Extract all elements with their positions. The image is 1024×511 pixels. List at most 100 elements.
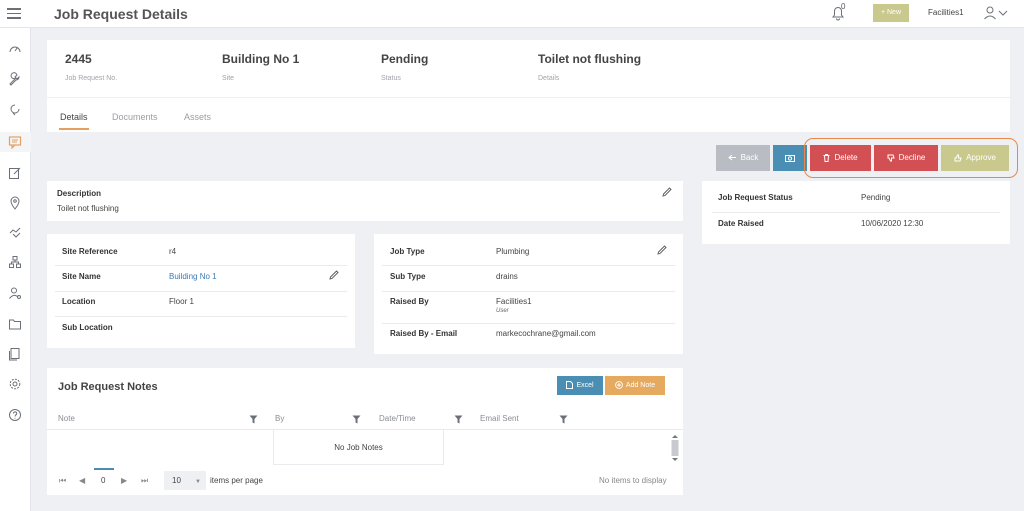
status-row: Job Request Status Pending <box>702 186 1010 211</box>
job-request-number-label: Job Request No. <box>65 75 118 82</box>
wrench-icon[interactable] <box>8 72 22 86</box>
notes-pager: ⏮ ◀ 0 ▶ ⏭ 10 ▼ items per page No items t… <box>47 468 683 495</box>
tab-assets[interactable]: Assets <box>184 112 211 122</box>
filter-icon[interactable] <box>454 415 463 424</box>
row-divider <box>382 323 675 324</box>
row-divider <box>55 265 347 266</box>
site-info-card: Site Reference r4 Site Name Building No … <box>47 234 355 348</box>
location-value: Floor 1 <box>169 297 194 306</box>
sub-type-label: Sub Type <box>390 272 426 281</box>
status-panel: Job Request Status Pending Date Raised 1… <box>702 181 1010 244</box>
user-search-icon[interactable] <box>8 286 22 300</box>
previous-page-icon[interactable]: ◀ <box>79 476 85 485</box>
status-value: Pending <box>381 52 429 66</box>
edit-job-pencil-icon[interactable] <box>657 245 667 255</box>
handshake-icon[interactable] <box>8 225 22 239</box>
camera-button[interactable] <box>773 145 807 171</box>
add-note-button-label: Add Note <box>625 382 656 389</box>
empty-notes-message: No Job Notes <box>273 430 444 465</box>
filter-icon[interactable] <box>249 415 258 424</box>
user-name[interactable]: Facilities1 <box>928 8 964 17</box>
documents-icon[interactable] <box>8 347 22 361</box>
camera-icon <box>785 154 795 162</box>
job-type-label: Job Type <box>390 247 425 256</box>
next-page-icon[interactable]: ▶ <box>121 476 127 485</box>
add-note-button[interactable]: Add Note <box>605 376 665 395</box>
hierarchy-icon[interactable] <box>8 255 22 269</box>
site-name-label: Site Name <box>62 272 101 281</box>
status-row-label: Job Request Status <box>718 193 793 202</box>
dashboard-icon[interactable] <box>8 42 22 56</box>
folder-icon[interactable] <box>8 317 22 331</box>
column-header-email-sent[interactable]: Email Sent <box>480 414 519 423</box>
date-raised-label: Date Raised <box>718 219 764 228</box>
description-text: Toilet not flushing <box>57 204 119 213</box>
edit-icon[interactable] <box>8 166 22 180</box>
status-label: Status <box>381 75 401 82</box>
column-header-date-time[interactable]: Date/Time <box>379 414 416 423</box>
excel-button-label: Excel <box>576 382 594 389</box>
action-highlight-outline <box>804 138 1018 178</box>
help-icon[interactable] <box>8 408 22 422</box>
row-divider <box>382 291 675 292</box>
notification-count: 0 <box>841 2 846 11</box>
raised-by-value: Facilities1 <box>496 297 532 306</box>
date-raised-value: 10/06/2020 12:30 <box>861 219 924 228</box>
filter-icon[interactable] <box>352 415 361 424</box>
menu-icon[interactable] <box>7 8 21 19</box>
sub-location-label: Sub Location <box>62 323 113 332</box>
last-page-icon[interactable]: ⏭ <box>141 476 148 486</box>
page-title: Job Request Details <box>54 6 188 22</box>
pager-status: No items to display <box>599 476 667 485</box>
header-divider <box>47 97 1010 98</box>
site-name-link[interactable]: Building No 1 <box>169 272 217 281</box>
back-button-label: Back <box>740 153 759 162</box>
row-divider <box>55 291 347 292</box>
row-divider <box>382 265 675 266</box>
location-label: Location <box>62 297 96 306</box>
sub-type-value: drains <box>496 272 518 281</box>
sidebar <box>0 28 31 511</box>
raised-by-label: Raised By <box>390 297 429 306</box>
site-label: Site <box>222 75 235 82</box>
description-title: Description <box>57 189 102 198</box>
document-icon <box>566 381 574 390</box>
column-header-note[interactable]: Note <box>58 414 75 423</box>
chevron-down-icon[interactable]: ▼ <box>195 479 201 485</box>
top-bar: Job Request Details 0 + New Facilities1 <box>0 0 1024 28</box>
site-field: Building No 1 Site <box>222 52 299 82</box>
refresh-icon[interactable] <box>8 102 22 116</box>
status-row-value: Pending <box>861 193 891 202</box>
row-divider <box>55 316 347 317</box>
notes-grid-body: No Job Notes <box>47 430 683 465</box>
edit-site-pencil-icon[interactable] <box>329 270 339 280</box>
details-field: Toilet not flushing Details <box>538 52 641 82</box>
job-request-number-field: 2445 Job Request No. <box>65 52 117 82</box>
notes-grid-header: Note By Date/Time Email Sent <box>47 408 683 430</box>
first-page-icon[interactable]: ⏮ <box>59 476 66 486</box>
excel-export-button[interactable]: Excel <box>557 376 603 395</box>
new-button[interactable]: + New <box>873 4 909 22</box>
column-header-by[interactable]: By <box>275 414 284 423</box>
settings-icon[interactable] <box>8 377 22 391</box>
tab-details[interactable]: Details <box>60 112 88 122</box>
raised-by-role: User <box>496 308 509 314</box>
location-icon[interactable] <box>8 196 22 210</box>
chat-icon[interactable] <box>8 135 22 149</box>
current-page-indicator <box>94 468 114 470</box>
current-page-number[interactable]: 0 <box>101 476 105 485</box>
active-tab-indicator <box>59 128 89 130</box>
details-label: Details <box>538 75 560 82</box>
site-reference-label: Site Reference <box>62 247 118 256</box>
description-card: Description Toilet not flushing <box>47 181 683 221</box>
raised-by-email-value: markecochrane@gmail.com <box>496 329 596 338</box>
back-button[interactable]: Back <box>716 145 770 171</box>
vertical-scrollbar[interactable] <box>670 432 680 464</box>
site-reference-value: r4 <box>169 247 177 256</box>
site-value: Building No 1 <box>222 52 300 66</box>
date-raised-row: Date Raised 10/06/2020 12:30 <box>702 212 1010 237</box>
edit-description-pencil-icon[interactable] <box>662 187 672 197</box>
tab-documents[interactable]: Documents <box>112 112 158 122</box>
user-icon[interactable] <box>983 5 1009 21</box>
filter-icon[interactable] <box>559 415 568 424</box>
